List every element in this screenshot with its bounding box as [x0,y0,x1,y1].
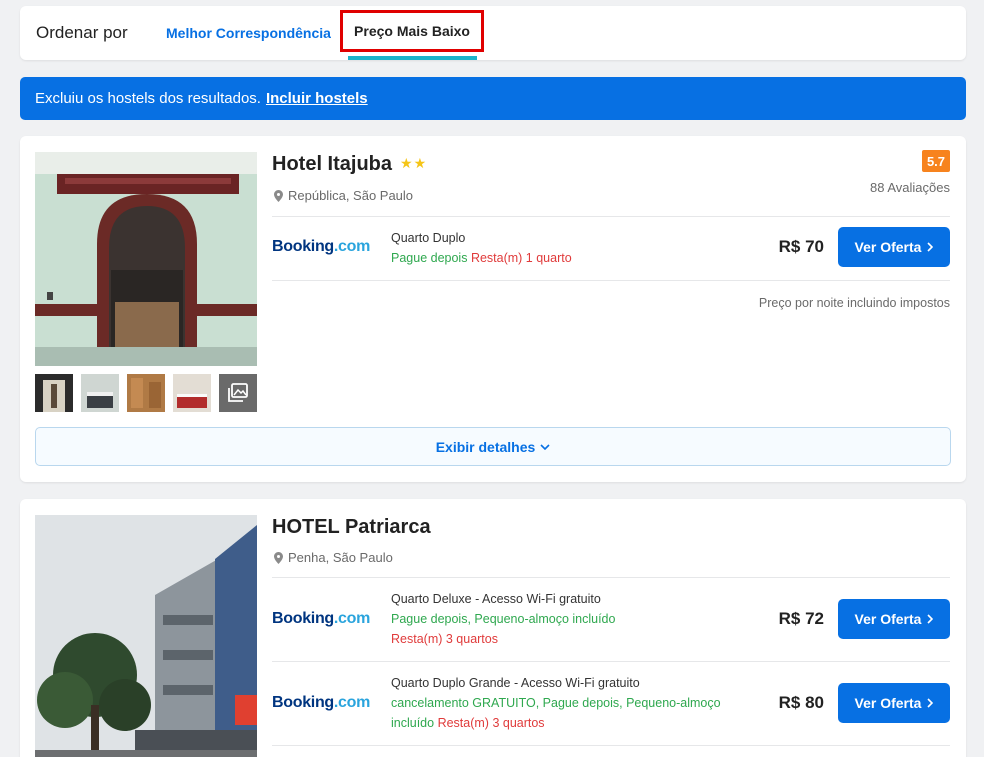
tab-lowest-price[interactable]: Preço Mais Baixo [340,10,484,52]
room-type: Quarto Duplo Grande - Acesso Wi-Fi gratu… [391,676,640,690]
divider [272,745,950,746]
sort-bar: Ordenar por Melhor Correspondência Preço… [20,6,966,60]
location-text: República, São Paulo [288,188,414,203]
offer-price: R$ 80 [778,693,824,712]
booking-logo: Booking.com [272,694,371,711]
location-pin-icon [274,551,283,564]
hotel-location: Penha, São Paulo [274,550,393,565]
view-offer-button[interactable]: Ver Oferta [838,683,950,723]
hotel-name-text: HOTEL Patriarca [272,516,431,538]
offer-info: Quarto Duplo Pague depois Resta(m) 1 qua… [391,228,761,268]
booking-logo: Booking.com [272,610,371,627]
hotel-photo[interactable] [35,515,257,757]
photo-thumbnails [35,374,257,412]
hotel-card: Hotel Itajuba ★★ República, São Paulo 5.7… [20,136,966,482]
offer-info: Quarto Deluxe - Acesso Wi-Fi gratuito Pa… [391,589,761,649]
banner-text: Excluiu os hostels dos resultados. [35,90,261,107]
tab-best-match[interactable]: Melhor Correspondência [166,25,331,41]
hotel-photo[interactable] [35,152,257,366]
offer-price: R$ 70 [778,237,824,256]
review-count[interactable]: 88 Avaliações [870,180,950,195]
chevron-right-icon [927,614,934,624]
show-details-button[interactable]: Exibir detalhes [35,427,951,466]
chevron-down-icon [540,443,550,450]
rooms-left: Resta(m) 3 quartos [391,632,498,646]
offer-price: R$ 72 [778,609,824,628]
booking-logo: Booking.com [272,238,371,255]
offer-row: Booking.com Quarto Duplo Pague depois Re… [272,216,950,278]
offer-info: Quarto Duplo Grande - Acesso Wi-Fi gratu… [391,673,761,733]
hotel-name[interactable]: Hotel Itajuba ★★ [272,153,427,176]
hotel-card: HOTEL Patriarca Penha, São Paulo Booking… [20,499,966,757]
hotel-name[interactable]: HOTEL Patriarca [272,516,431,539]
offer-conditions-cont: incluído Resta(m) 3 quartos [391,716,545,730]
star-rating-icon: ★★ [400,155,428,171]
offer-conditions: Pague depois Resta(m) 1 quarto [391,251,572,265]
offer-conditions: Pague depois, Pequeno-almoço incluído [391,612,616,626]
divider [272,280,950,281]
offer-row: Booking.com Quarto Duplo Grande - Acesso… [272,661,950,745]
photo-thumbnail[interactable] [35,374,73,412]
hotel-name-text: Hotel Itajuba [272,153,393,175]
photo-thumbnail[interactable] [81,374,119,412]
room-type: Quarto Duplo [391,231,466,245]
rating-badge: 5.7 [922,150,950,172]
tab-lowest-price-label: Preço Mais Baixo [354,23,470,39]
view-offer-button[interactable]: Ver Oferta [838,599,950,639]
include-hostels-link[interactable]: Incluir hostels [266,90,368,107]
photo-thumbnail[interactable] [173,374,211,412]
chevron-right-icon [927,698,934,708]
sort-label: Ordenar por [36,23,128,42]
location-pin-icon [274,189,283,202]
offer-conditions: cancelamento GRATUITO, Pague depois, Peq… [391,696,721,710]
offer-row: Booking.com Quarto Deluxe - Acesso Wi-Fi… [272,577,950,661]
chevron-right-icon [927,242,934,252]
hotel-location: República, São Paulo [274,188,413,203]
hostels-excluded-banner: Excluiu os hostels dos resultados. Inclu… [20,77,966,120]
room-type: Quarto Deluxe - Acesso Wi-Fi gratuito [391,592,601,606]
location-text: Penha, São Paulo [288,550,393,565]
active-tab-indicator [348,56,477,60]
view-offer-button[interactable]: Ver Oferta [838,227,950,267]
price-note: Preço por noite incluindo impostos [758,296,950,310]
photo-thumbnail[interactable] [127,374,165,412]
photo-gallery-icon[interactable] [219,374,257,412]
